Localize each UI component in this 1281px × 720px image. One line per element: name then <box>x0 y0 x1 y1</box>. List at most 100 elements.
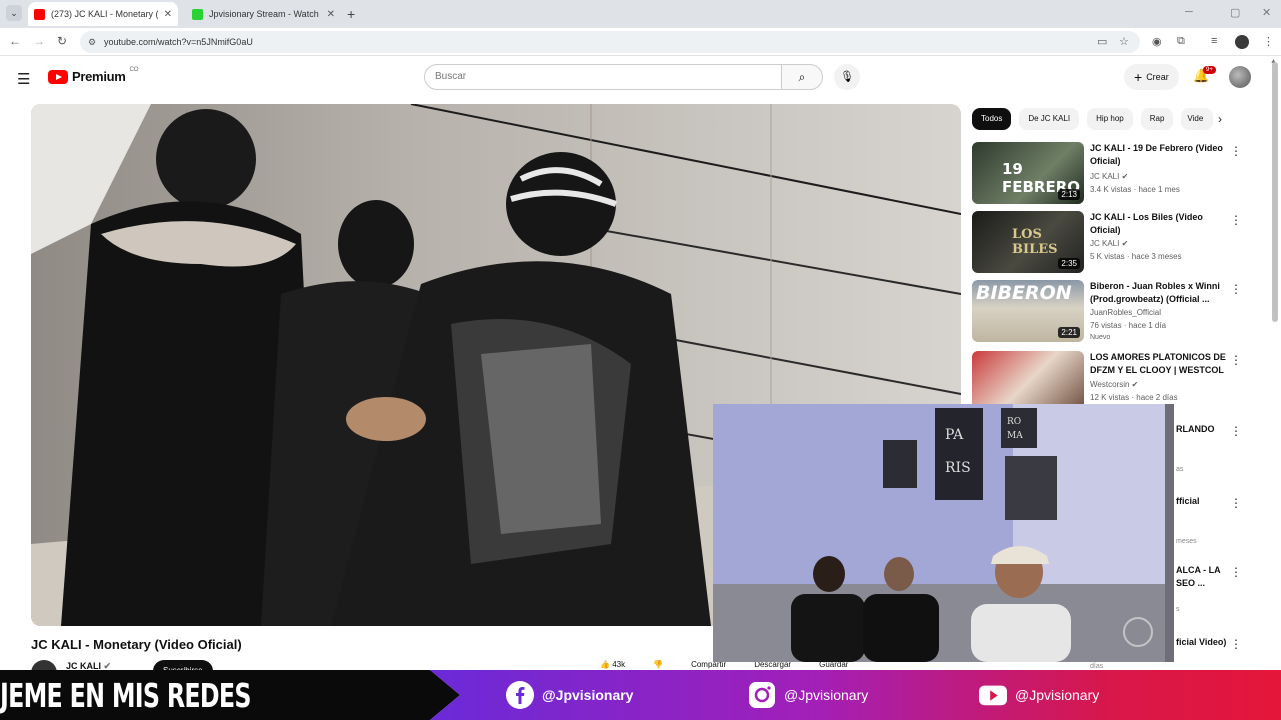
account-avatar[interactable] <box>1229 66 1251 88</box>
rec-meta-partial: días <box>1090 663 1104 670</box>
recommendation-item[interactable]: BIBERON 2:21 Biberon - Juan Robles x Win… <box>972 280 1252 342</box>
url-field[interactable]: ⚙ youtube.com/watch?v=n5JNmifG0aU <box>80 31 1140 53</box>
rec-title-partial: ALCA - LA <box>1176 565 1221 575</box>
svg-text:MA: MA <box>1007 431 1023 441</box>
new-badge: Nuevo <box>1090 334 1111 341</box>
webcam-frame: PA RIS RO MA <box>713 404 1174 662</box>
facebook-icon <box>506 681 534 709</box>
dislike-button[interactable]: 👎 <box>653 660 663 669</box>
search-icon: ⌕ <box>798 70 806 84</box>
rec-title-partial: RLANDO <box>1176 424 1215 434</box>
verified-icon: ✔ <box>1121 172 1129 181</box>
duration-badge: 2:21 <box>1058 327 1080 338</box>
rec-channel-text: Westcorsin <box>1090 380 1130 389</box>
address-bar-row: ← → ↻ ⚙ youtube.com/watch?v=n5JNmifG0aU … <box>0 28 1281 56</box>
maximize-icon[interactable]: ▢ <box>1230 6 1240 19</box>
video-thumbnail[interactable]: 19 FEBRERO 2:13 <box>972 142 1084 204</box>
rec-title-partial: fficial <box>1176 496 1200 506</box>
chevron-right-icon[interactable]: › <box>1218 112 1222 126</box>
more-options-icon[interactable]: ⋮ <box>1230 213 1242 227</box>
create-label: Crear <box>1146 72 1169 82</box>
cast-icon[interactable]: ▭ <box>1097 35 1107 48</box>
like-button[interactable]: 👍 43k <box>600 660 625 669</box>
rec-channel-text: JC KALI <box>1090 172 1120 181</box>
tab-kick[interactable]: Jpvisionary Stream - Watch Liv ✕ <box>186 2 341 26</box>
svg-text:RIS: RIS <box>945 460 971 476</box>
tab-search-button[interactable]: ⌄ <box>6 5 22 21</box>
like-count: 43k <box>612 660 626 669</box>
microphone-icon: 🎙 <box>840 71 854 83</box>
youtube-header: ☰ Premium CO Buscar ⌕ 🎙 + Crear 🔔 9+ <box>0 56 1281 100</box>
hamburger-menu-icon[interactable]: ☰ <box>17 70 30 88</box>
more-options-icon[interactable]: ⋮ <box>1230 637 1242 651</box>
profile-icon[interactable] <box>1235 35 1249 49</box>
facebook-link[interactable]: @Jpvisionary <box>506 681 633 709</box>
recommendation-item[interactable]: LOS BILES 2:35 JC KALI - Los Biles (Vide… <box>972 211 1252 273</box>
back-icon[interactable]: ← <box>9 34 21 48</box>
page-scrollbar[interactable] <box>1272 62 1278 322</box>
duration-badge: 2:13 <box>1058 189 1080 200</box>
reload-icon[interactable]: ↻ <box>57 34 67 48</box>
video-thumbnail[interactable]: BIBERON 2:21 <box>972 280 1084 342</box>
more-options-icon[interactable]: ⋮ <box>1230 353 1242 367</box>
rec-meta: 12 K vistas · hace 2 días <box>1090 393 1178 402</box>
more-options-icon[interactable]: ⋮ <box>1230 424 1242 438</box>
url-text: youtube.com/watch?v=n5JNmifG0aU <box>104 37 253 47</box>
plus-icon: + <box>1134 69 1143 85</box>
puzzle-icon[interactable]: ⧉ <box>1177 35 1185 48</box>
country-code: CO <box>129 66 139 73</box>
chip-videos[interactable]: Vide <box>1181 108 1214 130</box>
instagram-link[interactable]: @Jpvisionary <box>748 681 868 709</box>
rec-meta: 3.4 K vistas · hace 1 mes <box>1090 185 1180 194</box>
more-options-icon[interactable]: ⋮ <box>1230 496 1242 510</box>
rec-channel-text: JC KALI <box>1090 239 1120 248</box>
rec-meta-partial: s <box>1176 606 1180 613</box>
rec-title: Biberon - Juan Robles x Winni (Prod.grow… <box>1090 281 1220 304</box>
site-info-icon[interactable]: ⚙ <box>88 31 96 53</box>
social-banner: JEME EN MIS REDES @Jpvisionary @Jpvision… <box>0 670 1281 720</box>
close-tab-icon[interactable]: ✕ <box>327 9 335 20</box>
video-thumbnail[interactable]: LOS BILES 2:35 <box>972 211 1084 273</box>
minimize-icon[interactable]: ─ <box>1185 6 1193 18</box>
instagram-icon <box>749 682 775 708</box>
more-options-icon[interactable]: ⋮ <box>1230 565 1242 579</box>
rec-meta: 76 vistas · hace 1 día <box>1090 321 1167 330</box>
close-window-icon[interactable]: ✕ <box>1262 6 1271 19</box>
chip-de-jc-kali[interactable]: De JC KALI <box>1019 108 1080 130</box>
more-options-icon[interactable]: ⋮ <box>1230 282 1242 296</box>
youtube-icon <box>979 685 1007 706</box>
brand-text: Premium <box>72 69 126 84</box>
tab-youtube[interactable]: (273) JC KALI - Monetary (Vide ✕ <box>28 2 178 26</box>
tab-label: Jpvisionary Stream - Watch Liv <box>209 9 321 19</box>
youtube-link[interactable]: @Jpvisionary <box>979 681 1099 709</box>
new-tab-button[interactable]: + <box>347 6 355 22</box>
recommendation-item[interactable]: 19 FEBRERO 2:13 JC KALI - 19 De Febrero … <box>972 142 1252 204</box>
close-tab-icon[interactable]: ✕ <box>164 9 172 20</box>
thumbnail-art: LOS BILES <box>1012 227 1058 257</box>
rec-channel: JC KALI ✔ <box>1090 172 1128 181</box>
create-button[interactable]: + Crear <box>1124 64 1179 90</box>
rec-meta: 5 K vistas · hace 3 meses <box>1090 252 1182 261</box>
tab-label: (273) JC KALI - Monetary (Vide <box>51 9 158 19</box>
rec-channel: JC KALI ✔ <box>1090 239 1128 248</box>
youtube-logo[interactable]: Premium CO <box>48 66 139 84</box>
more-options-icon[interactable]: ⋮ <box>1230 144 1242 158</box>
search-button[interactable]: ⌕ <box>781 64 823 90</box>
menu-kebab-icon[interactable]: ⋮ <box>1263 35 1274 48</box>
forward-icon[interactable]: → <box>33 34 45 48</box>
voice-search-button[interactable]: 🎙 <box>834 64 860 90</box>
rec-title-partial: SEO ... <box>1176 578 1206 588</box>
chip-todos[interactable]: Todos <box>972 108 1012 130</box>
rec-channel: Westcorsin ✔ <box>1090 380 1138 389</box>
rec-title: JC KALI - Los Biles (Video Oficial) <box>1090 212 1203 235</box>
extension-icon[interactable]: ◉ <box>1152 35 1162 48</box>
banner-text: JEME EN MIS REDES <box>0 676 252 715</box>
chip-hip-hop[interactable]: Hip hop <box>1087 108 1133 130</box>
media-icon[interactable]: ≡ <box>1211 35 1217 47</box>
rec-title: JC KALI - 19 De Febrero (Video Oficial) <box>1090 143 1223 166</box>
rec-meta-partial: as <box>1176 466 1184 473</box>
chip-rap[interactable]: Rap <box>1140 108 1174 130</box>
bookmark-star-icon[interactable]: ☆ <box>1119 35 1129 48</box>
webcam-overlay: PA RIS RO MA <box>713 404 1174 662</box>
search-input[interactable]: Buscar <box>424 64 782 90</box>
